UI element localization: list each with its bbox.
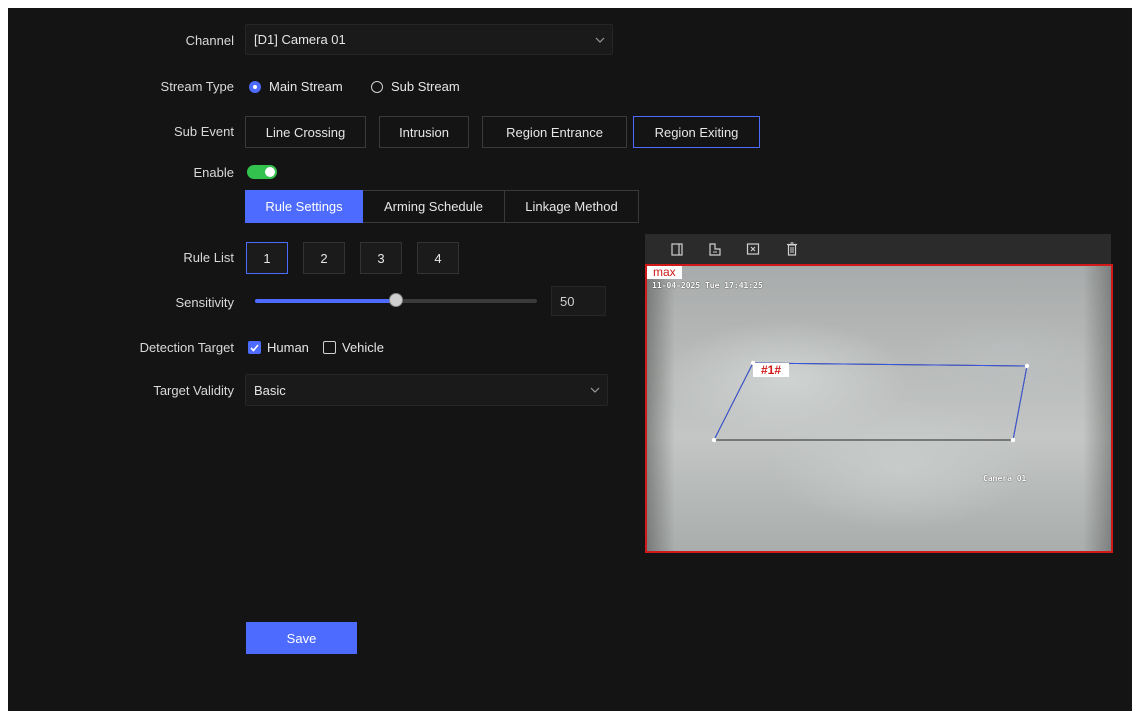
- intrusion-button[interactable]: Intrusion: [379, 116, 469, 148]
- preview-toolbar: [645, 234, 1111, 264]
- full-screen-area-icon[interactable]: [707, 241, 723, 257]
- target-validity-label: Target Validity: [153, 383, 234, 398]
- channel-label: Channel: [185, 33, 234, 48]
- vehicle-label: Vehicle: [342, 340, 384, 355]
- region-number-tag: #1#: [753, 363, 790, 377]
- camera-preview[interactable]: max 11-04-2025 Tue 17:41:25 Camera 01 #1…: [645, 264, 1113, 553]
- human-label: Human: [267, 340, 309, 355]
- region-polygon[interactable]: [647, 266, 1111, 551]
- max-tag: max: [647, 266, 682, 279]
- human-checkbox[interactable]: Human: [248, 340, 309, 355]
- sensitivity-label: Sensitivity: [175, 295, 234, 310]
- save-button[interactable]: Save: [246, 622, 357, 654]
- rule-2-button[interactable]: 2: [303, 242, 345, 274]
- rule-4-button[interactable]: 4: [417, 242, 459, 274]
- channel-value: [D1] Camera 01: [254, 32, 346, 47]
- sub-stream-label: Sub Stream: [391, 79, 460, 94]
- main-stream-radio[interactable]: Main Stream: [249, 79, 343, 94]
- line-crossing-button[interactable]: Line Crossing: [245, 116, 366, 148]
- main-stream-label: Main Stream: [269, 79, 343, 94]
- target-validity-value: Basic: [254, 382, 286, 398]
- osd-camera-name: Camera 01: [983, 474, 1027, 483]
- checkbox-unchecked-icon: [323, 341, 336, 354]
- tab-linkage-method[interactable]: Linkage Method: [505, 190, 639, 223]
- checkbox-checked-icon: [248, 341, 261, 354]
- enable-toggle[interactable]: [247, 165, 277, 179]
- channel-select[interactable]: [D1] Camera 01: [245, 24, 613, 55]
- enable-label: Enable: [193, 165, 234, 180]
- slider-fill: [255, 299, 396, 303]
- sensitivity-value-input[interactable]: 50: [551, 286, 606, 316]
- sensitivity-slider[interactable]: [255, 293, 537, 307]
- detection-target-label: Detection Target: [139, 340, 234, 355]
- rule-1-button[interactable]: 1: [246, 242, 288, 274]
- tab-rule-settings[interactable]: Rule Settings: [245, 190, 363, 223]
- vehicle-checkbox[interactable]: Vehicle: [323, 340, 384, 355]
- slider-handle[interactable]: [389, 293, 403, 307]
- clear-icon[interactable]: [745, 241, 761, 257]
- rule-3-button[interactable]: 3: [360, 242, 402, 274]
- target-validity-select[interactable]: Basic: [245, 374, 608, 406]
- draw-area-icon[interactable]: [669, 241, 685, 257]
- region-entrance-button[interactable]: Region Entrance: [482, 116, 627, 148]
- osd-timestamp: 11-04-2025 Tue 17:41:25: [652, 281, 763, 290]
- radio-unchecked-icon: [371, 80, 383, 93]
- chevron-down-icon: [583, 387, 607, 393]
- delete-icon[interactable]: [784, 241, 800, 257]
- chevron-down-icon: [588, 37, 612, 43]
- toggle-knob: [265, 167, 275, 177]
- sub-event-label: Sub Event: [174, 124, 234, 139]
- stream-type-label: Stream Type: [160, 79, 234, 94]
- region-exiting-button[interactable]: Region Exiting: [633, 116, 760, 148]
- rule-tabs: Rule Settings Arming Schedule Linkage Me…: [245, 190, 639, 223]
- tab-arming-schedule[interactable]: Arming Schedule: [363, 190, 505, 223]
- rule-list-label: Rule List: [183, 250, 234, 265]
- sub-stream-radio[interactable]: Sub Stream: [371, 79, 460, 94]
- radio-checked-icon: [249, 80, 261, 93]
- app-window: Channel [D1] Camera 01 Stream Type Main …: [8, 8, 1132, 711]
